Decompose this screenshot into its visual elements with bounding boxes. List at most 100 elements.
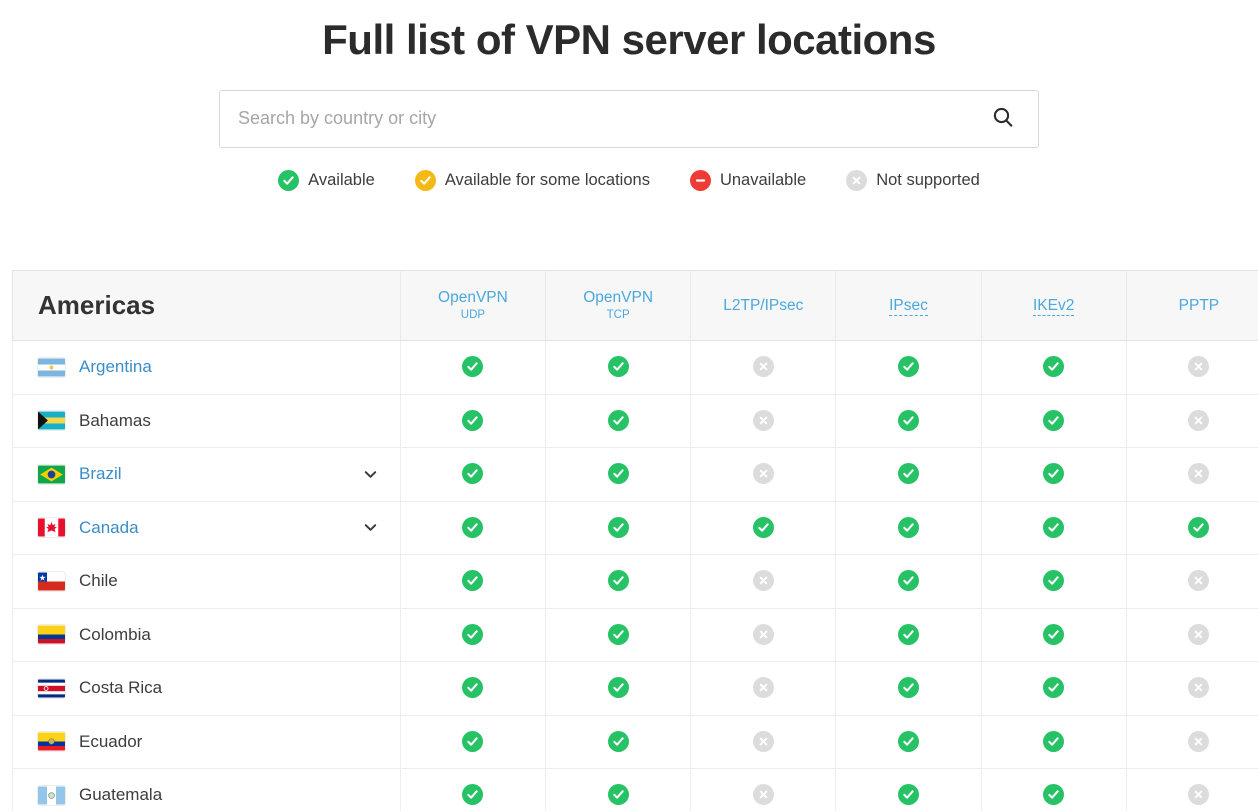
country-name[interactable]: Argentina — [79, 357, 152, 377]
table-row: Guatemala — [13, 769, 1258, 811]
check-circle-green-icon — [898, 517, 919, 538]
x-circle-gray-icon — [753, 624, 774, 645]
check-circle-green-icon — [608, 517, 629, 538]
x-circle-gray-icon — [753, 410, 774, 431]
region-title: Americas — [13, 271, 401, 341]
status-cell-available — [836, 608, 981, 662]
country-inner: Canada — [38, 517, 382, 539]
status-cell-not-supported — [1126, 555, 1258, 609]
check-circle-amber-icon — [415, 170, 436, 191]
x-circle-gray-icon — [1188, 624, 1209, 645]
country-name: Bahamas — [79, 411, 151, 431]
legend-item-label: Available for some locations — [445, 171, 650, 190]
legend-item-not-supported: Not supported — [846, 170, 980, 191]
x-circle-gray-icon — [753, 356, 774, 377]
check-circle-green-icon — [462, 677, 483, 698]
check-circle-green-icon — [753, 517, 774, 538]
column-header-label: OpenVPN — [583, 289, 653, 306]
status-cell-available — [400, 662, 545, 716]
table-row: Chile — [13, 555, 1258, 609]
legend-item-available: Available — [278, 170, 375, 191]
x-circle-gray-icon — [1188, 356, 1209, 377]
vpn-locations-table: Americas OpenVPNUDPOpenVPNTCP L2TP/IPsec I… — [12, 270, 1258, 811]
status-cell-not-supported — [1126, 394, 1258, 448]
check-circle-green-icon — [608, 784, 629, 805]
column-header-label: L2TP/IPsec — [723, 297, 803, 314]
check-circle-green-icon — [1043, 731, 1064, 752]
status-cell-available — [546, 608, 691, 662]
x-circle-gray-icon — [1188, 677, 1209, 698]
flag-icon-gt — [38, 786, 65, 805]
legend-item-label: Unavailable — [720, 171, 806, 190]
status-cell-available — [981, 769, 1126, 811]
column-header-label: OpenVPN — [438, 289, 508, 306]
x-circle-gray-icon — [753, 677, 774, 698]
x-circle-gray-icon — [1188, 784, 1209, 805]
chevron-down-icon[interactable] — [360, 517, 382, 539]
status-cell-available — [1126, 501, 1258, 555]
column-header-openvpn-tcp[interactable]: OpenVPNTCP — [546, 271, 691, 341]
status-cell-available — [981, 715, 1126, 769]
check-circle-green-icon — [1043, 784, 1064, 805]
country-cell: Guatemala — [13, 769, 401, 811]
country-cell[interactable]: Brazil — [13, 448, 401, 502]
check-circle-green-icon — [608, 463, 629, 484]
status-cell-not-supported — [691, 608, 836, 662]
country-inner: Colombia — [38, 625, 382, 645]
status-cell-available — [546, 769, 691, 811]
table-row: Canada — [13, 501, 1258, 555]
column-header-pptp[interactable]: PPTP — [1126, 271, 1258, 341]
column-header-l2tp-ipsec[interactable]: L2TP/IPsec — [691, 271, 836, 341]
flag-icon-bs — [38, 411, 65, 430]
country-inner: Chile — [38, 571, 382, 591]
status-cell-available — [981, 448, 1126, 502]
country-cell[interactable]: Canada — [13, 501, 401, 555]
status-cell-not-supported — [1126, 448, 1258, 502]
search-button[interactable] — [986, 102, 1020, 136]
status-cell-not-supported — [1126, 341, 1258, 395]
country-name[interactable]: Brazil — [79, 464, 122, 484]
status-cell-available — [981, 394, 1126, 448]
search-input[interactable] — [238, 108, 986, 129]
vpn-locations-page: Full list of VPN server locations Availa… — [0, 0, 1258, 811]
country-name: Colombia — [79, 625, 151, 645]
status-cell-available — [400, 608, 545, 662]
status-cell-available — [400, 448, 545, 502]
check-circle-green-icon — [608, 677, 629, 698]
country-name[interactable]: Canada — [79, 518, 139, 538]
country-name: Costa Rica — [79, 678, 162, 698]
status-cell-available — [546, 394, 691, 448]
legend-item-unavailable: Unavailable — [690, 170, 806, 191]
column-header-openvpn-udp[interactable]: OpenVPNUDP — [400, 271, 545, 341]
column-header-label: PPTP — [1179, 297, 1219, 314]
status-cell-available — [691, 501, 836, 555]
x-circle-gray-icon — [1188, 463, 1209, 484]
country-inner: Costa Rica — [38, 678, 382, 698]
country-cell: Costa Rica — [13, 662, 401, 716]
country-cell[interactable]: Argentina — [13, 341, 401, 395]
check-circle-green-icon — [898, 677, 919, 698]
country-name: Guatemala — [79, 785, 162, 805]
check-circle-green-icon — [462, 570, 483, 591]
status-cell-not-supported — [691, 448, 836, 502]
column-header-ipsec[interactable]: IPsec — [836, 271, 981, 341]
chevron-down-icon[interactable] — [360, 463, 382, 485]
country-cell: Colombia — [13, 608, 401, 662]
column-header-ikev2[interactable]: IKEv2 — [981, 271, 1126, 341]
x-circle-gray-icon — [1188, 731, 1209, 752]
check-circle-green-icon — [1188, 517, 1209, 538]
country-cell: Chile — [13, 555, 401, 609]
status-cell-not-supported — [1126, 769, 1258, 811]
table-head: Americas OpenVPNUDPOpenVPNTCP L2TP/IPsec I… — [13, 271, 1258, 341]
status-legend: Available Available for some locations Una… — [0, 170, 1258, 191]
status-cell-not-supported — [1126, 715, 1258, 769]
x-circle-gray-icon — [1188, 410, 1209, 431]
status-cell-available — [546, 341, 691, 395]
search-box[interactable] — [219, 90, 1039, 148]
country-inner: Argentina — [38, 357, 382, 377]
legend-item-partial: Available for some locations — [415, 170, 650, 191]
x-circle-gray-icon — [1188, 570, 1209, 591]
status-cell-not-supported — [1126, 662, 1258, 716]
status-cell-available — [981, 662, 1126, 716]
status-cell-available — [981, 341, 1126, 395]
